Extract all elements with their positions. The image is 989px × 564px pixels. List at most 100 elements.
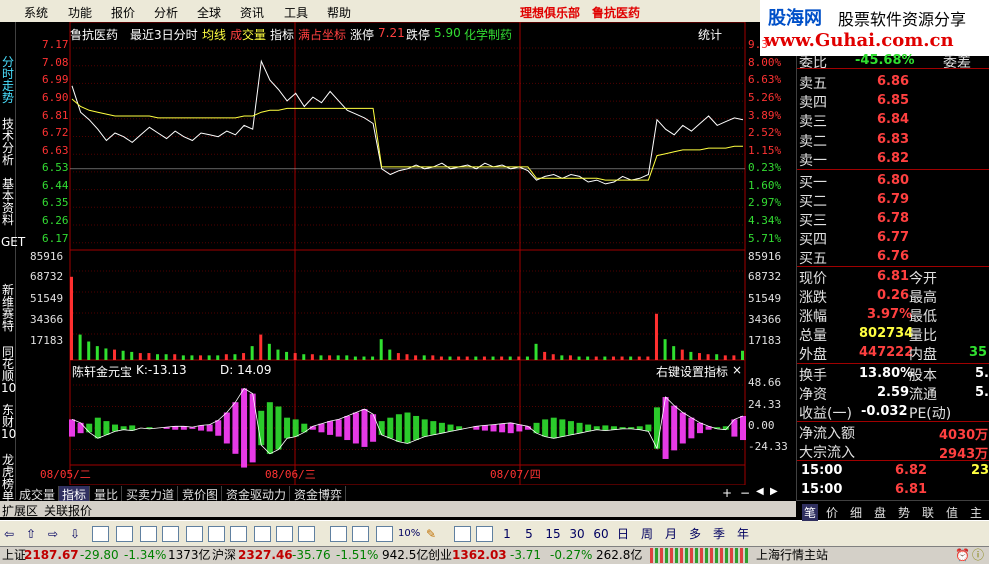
close-icon[interactable]: × <box>732 363 742 377</box>
sz-index-label[interactable]: 沪深 <box>212 547 236 564</box>
menu-item-tools[interactable]: 工具 <box>284 4 308 21</box>
server-name[interactable]: 上海行情主站 <box>756 547 828 564</box>
volume-bar <box>285 351 289 360</box>
info-icon[interactable]: ⓘ <box>972 547 984 564</box>
menu-item-news[interactable]: 资讯 <box>240 4 264 21</box>
quote-label: 最低 <box>909 309 937 325</box>
volume-bar <box>646 356 650 360</box>
related-quote-button[interactable]: 关联报价 <box>44 502 92 519</box>
alarm-icon[interactable]: ⏰ <box>955 547 970 564</box>
nav-right-icon[interactable]: ▶ <box>770 486 778 497</box>
tab-ticks[interactable]: 笔 <box>802 504 819 521</box>
chart-avg-label[interactable]: 均线 <box>202 26 226 43</box>
percent-icon[interactable]: 10% <box>398 525 420 543</box>
bid-2-price[interactable]: 6.79 <box>877 192 909 207</box>
indicator-name[interactable]: 陈轩金元宝 <box>72 363 132 380</box>
bid-3-price[interactable]: 6.78 <box>877 211 909 226</box>
indicator-settings-hint[interactable]: 右键设置指标 <box>656 363 728 380</box>
tab-linked[interactable]: 联 <box>922 504 934 521</box>
menu-item-help[interactable]: 帮助 <box>327 4 351 21</box>
sh-index-label[interactable]: 上证 <box>2 547 26 564</box>
sector-label[interactable]: 化学制药 <box>464 26 512 43</box>
bid-4-price[interactable]: 6.77 <box>877 230 909 245</box>
pencil-icon[interactable]: ✎ <box>424 525 438 543</box>
volume-bar <box>87 341 91 360</box>
period-quarter[interactable]: 季 <box>712 525 726 543</box>
compare-icon[interactable] <box>352 526 369 542</box>
back-icon[interactable]: ⇦ <box>2 525 16 543</box>
indicator-bar <box>361 409 368 447</box>
menu-item-system[interactable]: 系统 <box>24 4 48 21</box>
menu-item-quote[interactable]: 报价 <box>111 4 135 21</box>
period-60min[interactable]: 60 <box>592 525 610 543</box>
down-icon[interactable]: ⇩ <box>68 525 82 543</box>
volume-bar <box>654 313 658 360</box>
menu-item-function[interactable]: 功能 <box>68 4 92 21</box>
volume-bar <box>216 355 220 360</box>
f10-icon[interactable] <box>186 526 203 542</box>
tab-value[interactable]: 值 <box>946 504 958 521</box>
forward-icon[interactable]: ⇨ <box>46 525 60 543</box>
period-week[interactable]: 周 <box>640 525 654 543</box>
chart-coord-label[interactable]: 满占坐标 <box>298 26 346 43</box>
chart-vol-label-a[interactable]: 成 <box>230 26 242 43</box>
tick-volume: 23 <box>971 463 989 478</box>
period-5min[interactable]: 5 <box>522 525 536 543</box>
fs-icon[interactable] <box>454 526 471 542</box>
ask-2-price[interactable]: 6.83 <box>877 132 909 147</box>
tab-main[interactable]: 主 <box>970 504 982 521</box>
line-chart-icon[interactable] <box>116 526 133 542</box>
candle-icon[interactable] <box>92 526 109 542</box>
period-year[interactable]: 年 <box>736 525 750 543</box>
tab-detail[interactable]: 细 <box>850 504 862 521</box>
ask-1-price[interactable]: 6.82 <box>877 151 909 166</box>
period-multi[interactable]: 多 <box>688 525 702 543</box>
chart-period[interactable]: 最近3日分时 <box>130 26 198 43</box>
ask-5-price[interactable]: 6.86 <box>877 74 909 89</box>
indicator-bar <box>490 424 497 432</box>
ask-4-price[interactable]: 6.85 <box>877 93 909 108</box>
tab-trend[interactable]: 势 <box>898 504 910 521</box>
tab-orderbook[interactable]: 盘 <box>874 504 886 521</box>
grid-icon[interactable] <box>140 526 157 542</box>
zoom-out-icon[interactable]: − <box>740 486 750 500</box>
volume-bar <box>663 339 667 360</box>
extension-area-button[interactable]: 扩展区 <box>2 502 38 519</box>
stats-button[interactable]: 统计 <box>698 26 722 43</box>
menu-item-global[interactable]: 全球 <box>197 4 221 21</box>
bid-5-price[interactable]: 6.76 <box>877 249 909 264</box>
divider <box>797 460 989 461</box>
toolbar: ⇦ ⇧ ⇨ ⇩ 10% ✎ 1 5 15 30 60 日 周 月 多 季 年 <box>0 520 989 547</box>
nav-left-icon[interactable]: ◀ <box>756 486 764 497</box>
up-icon[interactable]: ⇧ <box>24 525 38 543</box>
quote-label: 外盘 <box>799 347 827 363</box>
volume-bar <box>551 354 555 360</box>
volume-tick: 17183 <box>30 334 64 347</box>
period-month[interactable]: 月 <box>664 525 678 543</box>
period-30min[interactable]: 30 <box>568 525 586 543</box>
calc-icon[interactable] <box>276 526 293 542</box>
wave-icon[interactable] <box>330 526 347 542</box>
chart-vol-label-b[interactable]: 交量 <box>242 26 266 43</box>
bid-1-label: 买一 <box>799 175 827 191</box>
period-day[interactable]: 日 <box>616 525 630 543</box>
volume-bar <box>629 356 633 360</box>
tab-price[interactable]: 价 <box>826 504 838 521</box>
bar-icon[interactable] <box>162 526 179 542</box>
fiz-icon[interactable] <box>254 526 271 542</box>
cy-index-label[interactable]: 创业 <box>428 547 452 564</box>
bars-icon[interactable] <box>376 526 393 542</box>
bid-1-price[interactable]: 6.80 <box>877 173 909 188</box>
ask-3-price[interactable]: 6.84 <box>877 112 909 127</box>
f11-icon[interactable] <box>208 526 225 542</box>
price-tick: 6.26 <box>42 214 69 227</box>
period-15min[interactable]: 15 <box>544 525 562 543</box>
report-icon[interactable] <box>298 526 315 542</box>
period-1min[interactable]: 1 <box>500 525 514 543</box>
news-icon[interactable] <box>230 526 247 542</box>
chart-canvas[interactable] <box>0 22 796 485</box>
menu-item-analysis[interactable]: 分析 <box>154 4 178 21</box>
zoom-in-icon[interactable]: + <box>722 486 732 500</box>
chart-indicator-label[interactable]: 指标 <box>270 26 294 43</box>
refresh-icon[interactable] <box>476 526 493 542</box>
